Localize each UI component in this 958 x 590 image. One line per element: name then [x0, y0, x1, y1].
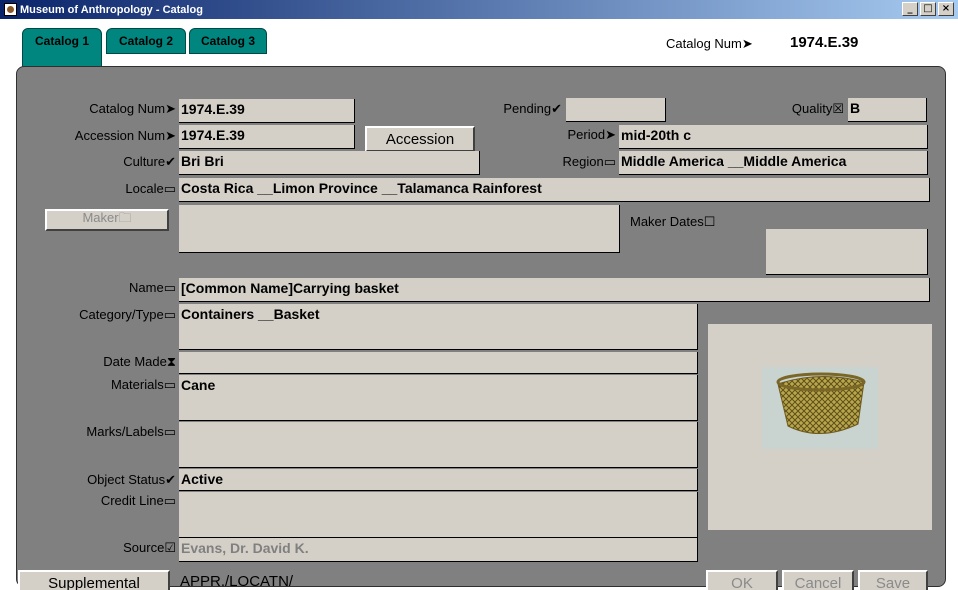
- tab-catalog-3[interactable]: Catalog 3: [189, 28, 267, 54]
- period-label: Period➤: [567, 127, 616, 142]
- category-type-label: Category/Type▭: [79, 307, 176, 322]
- object-status-field[interactable]: Active: [179, 469, 698, 491]
- name-label: Name▭: [129, 280, 176, 295]
- region-label: Region▭: [562, 154, 616, 169]
- maker-field[interactable]: [179, 205, 620, 253]
- window-title: Museum of Anthropology - Catalog: [20, 3, 203, 16]
- tab-label: Catalog 2: [118, 34, 173, 48]
- save-button[interactable]: Save: [858, 570, 928, 590]
- materials-field[interactable]: Cane: [179, 375, 698, 421]
- header-catalog-num-label: Catalog Num➤: [666, 36, 753, 51]
- maker-dates-field[interactable]: [766, 229, 928, 275]
- accession-num-field[interactable]: 1974.E.39: [179, 125, 355, 149]
- window-titlebar: Museum of Anthropology - Catalog _ □ ×: [0, 0, 958, 19]
- source-field[interactable]: Evans, Dr. David K.: [179, 538, 698, 562]
- region-field[interactable]: Middle America __Middle America: [619, 151, 928, 175]
- credit-line-field[interactable]: [179, 492, 698, 538]
- category-type-field[interactable]: Containers __Basket: [179, 304, 698, 350]
- catalog-num-label: Catalog Num➤: [89, 101, 176, 116]
- locale-label: Locale▭: [125, 181, 176, 196]
- materials-label: Materials▭: [110, 377, 176, 392]
- quality-field[interactable]: B: [848, 98, 927, 122]
- catalog-window: Catalog 1 Catalog 2 Catalog 3 Catalog Nu…: [0, 19, 958, 590]
- catalog-num-field[interactable]: 1974.E.39: [179, 99, 355, 123]
- ok-button[interactable]: OK: [706, 570, 778, 590]
- pending-field[interactable]: [566, 98, 666, 122]
- accession-num-label: Accession Num➤: [74, 128, 176, 143]
- maker-dates-label: Maker Dates☐: [630, 214, 716, 229]
- tab-label: Catalog 1: [34, 34, 89, 48]
- date-made-label: Date Made⧗: [103, 354, 176, 369]
- basket-photo: [762, 367, 878, 449]
- appr-locatn-text: APPR./LOCATN/: [180, 573, 294, 590]
- accession-button[interactable]: Accession: [365, 126, 475, 152]
- tab-catalog-2[interactable]: Catalog 2: [106, 28, 186, 54]
- source-label: Source☑: [123, 540, 176, 555]
- culture-label: Culture✔: [123, 154, 176, 169]
- tab-strip: Catalog 1 Catalog 2 Catalog 3 Catalog Nu…: [0, 19, 958, 84]
- period-field[interactable]: mid-20th c: [619, 125, 928, 149]
- marks-labels-field[interactable]: [179, 422, 698, 468]
- maker-button[interactable]: Maker🗀: [45, 209, 169, 231]
- object-photo-frame: [708, 324, 932, 530]
- locale-field[interactable]: Costa Rica __Limon Province __Talamanca …: [179, 178, 930, 202]
- tab-label: Catalog 3: [200, 34, 255, 48]
- credit-line-label: Credit Line▭: [100, 493, 176, 508]
- window-controls: _ □ ×: [902, 2, 954, 16]
- minimize-button[interactable]: _: [902, 2, 918, 16]
- date-made-field[interactable]: [179, 352, 698, 374]
- marks-labels-label: Marks/Labels▭: [86, 424, 176, 439]
- supplemental-button[interactable]: Supplemental: [18, 570, 170, 590]
- quality-label: Quality☒: [791, 101, 844, 116]
- maximize-button[interactable]: □: [920, 2, 936, 16]
- cancel-button[interactable]: Cancel: [782, 570, 854, 590]
- app-icon: [4, 3, 17, 16]
- close-button[interactable]: ×: [938, 2, 954, 16]
- culture-field[interactable]: Bri Bri: [179, 151, 480, 175]
- header-catalog-num-value: 1974.E.39: [790, 34, 859, 51]
- name-field[interactable]: [Common Name]Carrying basket: [179, 278, 930, 302]
- object-status-label: Object Status✔: [87, 472, 176, 487]
- pending-label: Pending✔: [503, 101, 562, 116]
